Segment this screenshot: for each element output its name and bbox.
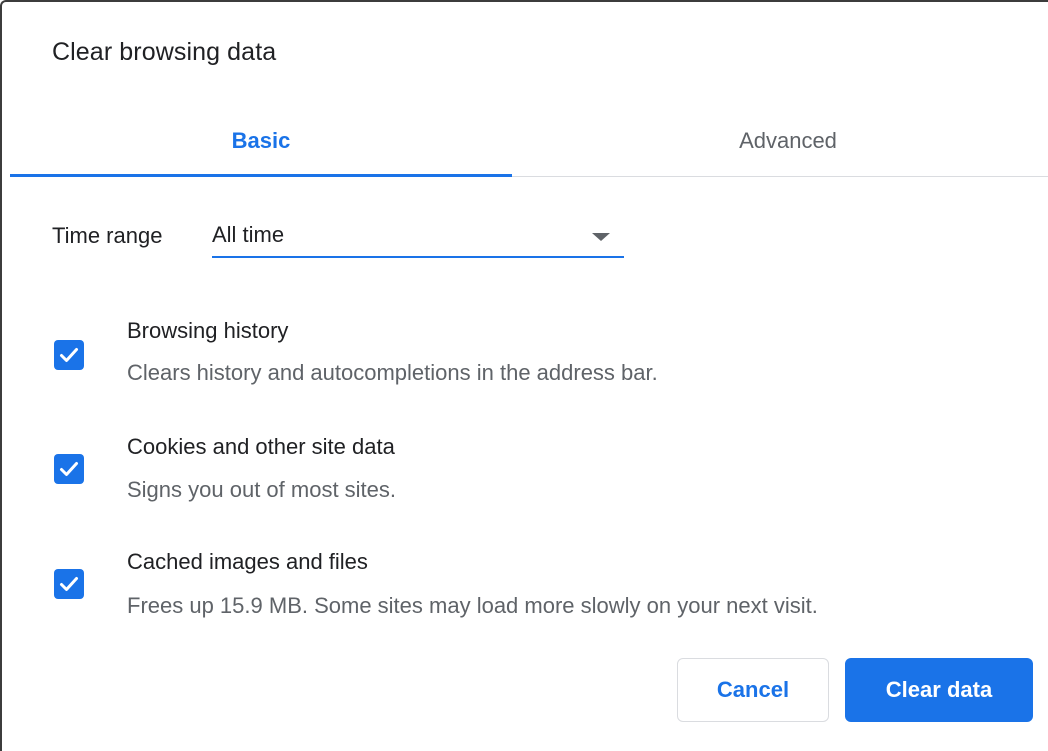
option-title: Cached images and files (127, 549, 368, 574)
option-title: Cookies and other site data (127, 434, 395, 459)
clear-browsing-data-dialog: Clear browsing data Basic Advanced Time … (0, 0, 1048, 751)
time-range-select[interactable]: All time (212, 216, 624, 258)
active-tab-indicator (10, 174, 512, 177)
check-icon (60, 462, 78, 476)
option-cached-images: Cached images and files Frees up 15.9 MB… (2, 547, 1048, 637)
dropdown-arrow-icon (592, 233, 610, 241)
clear-data-button[interactable]: Clear data (845, 658, 1033, 722)
option-browsing-history: Browsing history Clears history and auto… (2, 314, 1048, 404)
time-range-label: Time range (52, 223, 163, 248)
option-description: Clears history and autocompletions in th… (127, 360, 658, 385)
checkbox-cookies[interactable] (54, 454, 84, 484)
tab-basic[interactable]: Basic (10, 106, 512, 176)
time-range-value: All time (212, 222, 285, 247)
check-icon (60, 348, 78, 362)
check-icon (60, 577, 78, 591)
option-description: Frees up 15.9 MB. Some sites may load mo… (127, 593, 818, 618)
cancel-button[interactable]: Cancel (677, 658, 829, 722)
tab-bar: Basic Advanced (10, 106, 1048, 177)
checkbox-browsing-history[interactable] (54, 340, 84, 370)
option-description: Signs you out of most sites. (127, 477, 397, 502)
checkbox-cached-images[interactable] (54, 569, 84, 599)
dialog-title: Clear browsing data (52, 38, 277, 66)
option-title: Browsing history (127, 318, 289, 343)
option-cookies: Cookies and other site data Signs you ou… (2, 430, 1048, 520)
tab-advanced[interactable]: Advanced (532, 106, 1044, 176)
